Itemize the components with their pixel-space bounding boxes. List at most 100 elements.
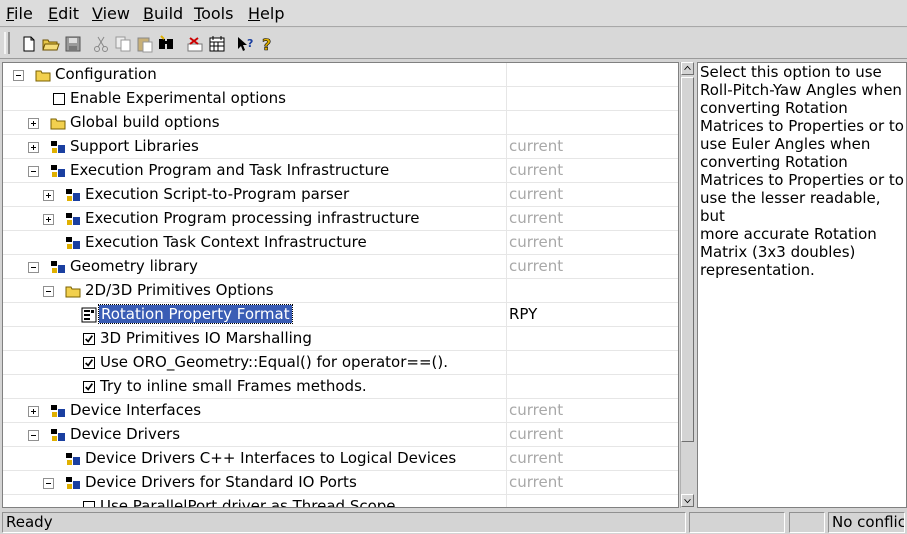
- checkbox[interactable]: [53, 93, 65, 105]
- tree-row-label: Device Drivers C++ Interfaces to Logical…: [85, 449, 457, 467]
- tree-row-label: Support Libraries: [70, 137, 199, 155]
- tree-row-label: Execution Program and Task Infrastructur…: [70, 161, 390, 179]
- tree-row-value: current: [509, 233, 564, 251]
- tree-row-device-drivers[interactable]: Device Drivers current: [3, 423, 678, 447]
- collapse-icon[interactable]: [43, 478, 54, 489]
- calendar-icon[interactable]: [208, 35, 226, 53]
- status-field-3: [789, 512, 825, 533]
- tree-row-global-build[interactable]: Global build options: [3, 111, 678, 135]
- help-description-panel: Select this option to use Roll-Pitch-Yaw…: [697, 62, 907, 508]
- tree-row-label: Rotation Property Format: [98, 304, 293, 324]
- checked-checkbox[interactable]: [83, 381, 95, 393]
- package-icon: [51, 405, 65, 417]
- tree-row-primitives-options[interactable]: 2D/3D Primitives Options: [3, 279, 678, 303]
- checked-checkbox[interactable]: [83, 333, 95, 345]
- tree-row-task-context[interactable]: Execution Task Context Infrastructure cu…: [3, 231, 678, 255]
- tree-row-label: Global build options: [70, 113, 220, 131]
- expand-icon[interactable]: [43, 190, 54, 201]
- tree-row-geometry-library[interactable]: Geometry library current: [3, 255, 678, 279]
- tree-row-value: current: [509, 473, 564, 491]
- menu-help[interactable]: Help: [248, 4, 284, 23]
- expand-icon[interactable]: [28, 142, 39, 153]
- description-line: converting Rotation: [700, 153, 848, 171]
- tree-row-script-parser[interactable]: Execution Script-to-Program parser curre…: [3, 183, 678, 207]
- tree-row-execution-program[interactable]: Execution Program and Task Infrastructur…: [3, 159, 678, 183]
- new-file-icon[interactable]: [20, 35, 38, 53]
- collapse-icon[interactable]: [28, 430, 39, 441]
- status-bar: Ready No conflicts: [0, 510, 907, 534]
- tree-row-value[interactable]: RPY: [509, 305, 537, 323]
- svg-text:?: ?: [262, 35, 271, 53]
- menu-build[interactable]: Build: [143, 4, 183, 23]
- tree-row-parallelport-scope[interactable]: Use ParallelPort driver as Thread Scope: [3, 495, 678, 508]
- toolbar-grip[interactable]: [4, 32, 10, 54]
- scroll-thumb[interactable]: [681, 77, 694, 442]
- package-icon: [66, 213, 80, 225]
- folder-icon: [50, 118, 66, 130]
- scroll-up-icon[interactable]: [681, 62, 694, 75]
- tree-row-label: Use ORO_Geometry::Equal() for operator==…: [100, 353, 448, 371]
- delete-icon[interactable]: [186, 35, 204, 53]
- tree-row-label: Execution Program processing infrastruct…: [85, 209, 420, 227]
- description-line: representation.: [700, 261, 815, 279]
- collapse-icon[interactable]: [13, 70, 24, 81]
- tree-row-io-marshalling[interactable]: 3D Primitives IO Marshalling: [3, 327, 678, 351]
- expand-icon[interactable]: [28, 118, 39, 129]
- tree-row-geometry-equal[interactable]: Use ORO_Geometry::Equal() for operator==…: [3, 351, 678, 375]
- status-field-2: [689, 512, 785, 533]
- open-folder-icon[interactable]: [42, 35, 60, 53]
- help-icon[interactable]: ?: [258, 35, 276, 53]
- package-icon: [66, 453, 80, 465]
- description-line: Matrices to Properties or to: [700, 171, 904, 189]
- checked-checkbox[interactable]: [83, 357, 95, 369]
- expand-icon[interactable]: [43, 214, 54, 225]
- menu-tools[interactable]: Tools: [194, 4, 233, 23]
- tree-row-label: Geometry library: [70, 257, 198, 275]
- expand-icon[interactable]: [28, 406, 39, 417]
- tree-row-standard-io-ports[interactable]: Device Drivers for Standard IO Ports cur…: [3, 471, 678, 495]
- tree-row-value: current: [509, 401, 564, 419]
- description-line: Select this option to use: [700, 63, 882, 81]
- menu-edit[interactable]: Edit: [48, 4, 79, 23]
- collapse-icon[interactable]: [28, 166, 39, 177]
- description-line: use the lesser readable, but: [700, 189, 881, 225]
- save-icon[interactable]: [64, 35, 82, 53]
- cut-icon[interactable]: [92, 35, 110, 53]
- description-line: more accurate Rotation: [700, 225, 877, 243]
- package-icon: [51, 165, 65, 177]
- tree-row-rotation-format[interactable]: Rotation Property Format RPY: [3, 303, 678, 327]
- package-icon: [66, 237, 80, 249]
- checkbox[interactable]: [83, 501, 95, 507]
- paste-icon[interactable]: [136, 35, 154, 53]
- tree-row-inline-frames[interactable]: Try to inline small Frames methods.: [3, 375, 678, 399]
- tree-row-value: current: [509, 209, 564, 227]
- tree-row-program-processing[interactable]: Execution Program processing infrastruct…: [3, 207, 678, 231]
- tree-row-device-interfaces[interactable]: Device Interfaces current: [3, 399, 678, 423]
- scroll-down-icon[interactable]: [681, 494, 694, 507]
- tree-row-support-libraries[interactable]: Support Libraries current: [3, 135, 678, 159]
- tree-row-enable-experimental[interactable]: Enable Experimental options: [3, 87, 678, 111]
- package-icon: [51, 429, 65, 441]
- copy-icon[interactable]: [114, 35, 132, 53]
- status-message: Ready: [2, 512, 686, 533]
- status-conflicts: No conflicts: [828, 512, 905, 533]
- tree-row-configuration[interactable]: Configuration: [3, 63, 678, 87]
- package-icon: [66, 189, 80, 201]
- description-line: Matrices to Properties or to: [700, 117, 904, 135]
- menu-file[interactable]: File: [6, 4, 33, 23]
- tree-row-label: Use ParallelPort driver as Thread Scope: [100, 497, 396, 508]
- folder-icon: [35, 70, 51, 82]
- collapse-icon[interactable]: [28, 262, 39, 273]
- tree-scrollbar[interactable]: [680, 62, 694, 508]
- whats-this-icon[interactable]: ?: [236, 35, 254, 53]
- find-icon[interactable]: [158, 35, 176, 53]
- collapse-icon[interactable]: [43, 286, 54, 297]
- tree-row-label: Device Interfaces: [70, 401, 202, 419]
- tree-row-value: current: [509, 425, 564, 443]
- tree-row-value: current: [509, 449, 564, 467]
- menu-view[interactable]: View: [92, 4, 130, 23]
- tree-row-cpp-interfaces[interactable]: Device Drivers C++ Interfaces to Logical…: [3, 447, 678, 471]
- tree-row-label: Enable Experimental options: [70, 89, 286, 107]
- config-tree[interactable]: Configuration Enable Experimental option…: [2, 62, 679, 508]
- menu-bar: File Edit View Build Tools Help: [0, 0, 907, 27]
